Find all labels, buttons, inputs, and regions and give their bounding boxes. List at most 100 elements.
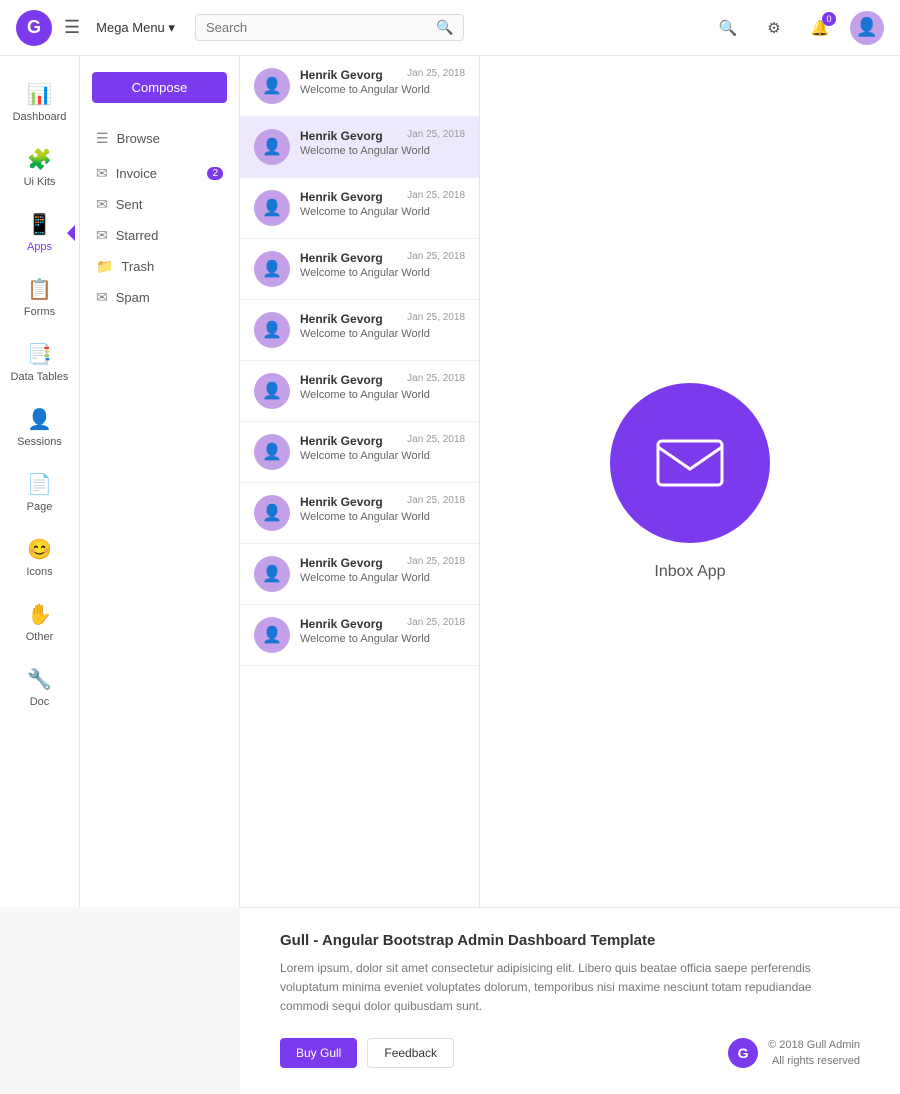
sidebar-label-apps: Apps — [27, 241, 52, 253]
email-avatar: 👤 — [254, 556, 290, 592]
email-list-item[interactable]: 👤 Henrik Gevorg Jan 25, 2018 Welcome to … — [240, 56, 479, 117]
navbar: G ☰ Mega Menu ▾ 🔍 🔍 ⚙ 🔔 0 👤 — [0, 0, 900, 56]
mail-label-sent: Sent — [116, 197, 143, 212]
mail-item-inbox[interactable]: ✉ Invoice 2 — [80, 158, 239, 189]
email-avatar: 👤 — [254, 190, 290, 226]
spam-mail-icon: ✉ — [96, 289, 108, 306]
email-sender: Henrik Gevorg — [300, 68, 383, 82]
sidebar-item-page[interactable]: 📄 Page — [5, 462, 75, 523]
email-list-item[interactable]: 👤 Henrik Gevorg Jan 25, 2018 Welcome to … — [240, 178, 479, 239]
email-date: Jan 25, 2018 — [407, 434, 465, 448]
email-list-item[interactable]: 👤 Henrik Gevorg Jan 25, 2018 Welcome to … — [240, 422, 479, 483]
sidebar-label-other: Other — [26, 631, 54, 643]
sidebar: 📊 Dashboard 🧩 Ui Kits 📱 Apps 📋 Forms 📑 D… — [0, 56, 80, 907]
inbox-app-label: Inbox App — [654, 563, 725, 581]
email-list-item[interactable]: 👤 Henrik Gevorg Jan 25, 2018 Welcome to … — [240, 300, 479, 361]
email-meta: Henrik Gevorg Jan 25, 2018 Welcome to An… — [300, 373, 465, 401]
footer-buttons: Buy Gull Feedback — [280, 1038, 454, 1068]
mail-item-trash[interactable]: 📁 Trash — [80, 251, 239, 282]
email-subject: Welcome to Angular World — [300, 389, 465, 401]
footer-description: Lorem ipsum, dolor sit amet consectetur … — [280, 959, 860, 1017]
sidebar-item-apps[interactable]: 📱 Apps — [5, 202, 75, 263]
search-button[interactable]: 🔍 — [712, 12, 744, 44]
sidebar-item-icons[interactable]: 😊 Icons — [5, 527, 75, 588]
email-meta: Henrik Gevorg Jan 25, 2018 Welcome to An… — [300, 434, 465, 462]
email-meta: Henrik Gevorg Jan 25, 2018 Welcome to An… — [300, 556, 465, 584]
email-avatar: 👤 — [254, 68, 290, 104]
brand-logo: G — [16, 10, 52, 46]
email-meta: Henrik Gevorg Jan 25, 2018 Welcome to An… — [300, 68, 465, 96]
notifications-button[interactable]: 🔔 0 — [804, 12, 836, 44]
email-meta: Henrik Gevorg Jan 25, 2018 Welcome to An… — [300, 495, 465, 523]
email-list-item[interactable]: 👤 Henrik Gevorg Jan 25, 2018 Welcome to … — [240, 605, 479, 666]
dashboard-icon: 📊 — [27, 82, 52, 107]
email-date: Jan 25, 2018 — [407, 556, 465, 570]
browse-item[interactable]: ☰ Browse — [80, 123, 239, 154]
email-subject: Welcome to Angular World — [300, 145, 465, 157]
email-sender: Henrik Gevorg — [300, 617, 383, 631]
email-list-item[interactable]: 👤 Henrik Gevorg Jan 25, 2018 Welcome to … — [240, 361, 479, 422]
email-avatar: 👤 — [254, 617, 290, 653]
email-sender: Henrik Gevorg — [300, 190, 383, 204]
email-subject: Welcome to Angular World — [300, 206, 465, 218]
active-indicator — [67, 225, 75, 241]
email-list-item[interactable]: 👤 Henrik Gevorg Jan 25, 2018 Welcome to … — [240, 117, 479, 178]
email-preview: Inbox App — [480, 56, 900, 907]
email-meta: Henrik Gevorg Jan 25, 2018 Welcome to An… — [300, 129, 465, 157]
sidebar-item-dashboard[interactable]: 📊 Dashboard — [5, 72, 75, 133]
email-avatar: 👤 — [254, 434, 290, 470]
email-subject: Welcome to Angular World — [300, 633, 465, 645]
compose-button[interactable]: Compose — [92, 72, 227, 103]
email-list-item[interactable]: 👤 Henrik Gevorg Jan 25, 2018 Welcome to … — [240, 483, 479, 544]
sidebar-item-sessions[interactable]: 👤 Sessions — [5, 397, 75, 458]
email-meta: Henrik Gevorg Jan 25, 2018 Welcome to An… — [300, 617, 465, 645]
icons-icon: 😊 — [27, 537, 52, 562]
feedback-button[interactable]: Feedback — [367, 1038, 454, 1068]
email-date: Jan 25, 2018 — [407, 312, 465, 326]
email-sender: Henrik Gevorg — [300, 556, 383, 570]
buy-gull-button[interactable]: Buy Gull — [280, 1038, 357, 1068]
footer-bottom: Buy Gull Feedback G © 2018 Gull Admin Al… — [280, 1037, 860, 1070]
sent-mail-icon: ✉ — [96, 196, 108, 213]
email-date: Jan 25, 2018 — [407, 68, 465, 82]
sidebar-item-forms[interactable]: 📋 Forms — [5, 267, 75, 328]
footer-brand-text: © 2018 Gull Admin All rights reserved — [768, 1037, 860, 1070]
mail-label-spam: Spam — [116, 290, 150, 305]
main-content: 👤 Henrik Gevorg Jan 25, 2018 Welcome to … — [240, 56, 900, 907]
sidebar-item-doc[interactable]: 🔧 Doc — [5, 657, 75, 718]
avatar[interactable]: 👤 — [850, 11, 884, 45]
sidebar-item-ui-kits[interactable]: 🧩 Ui Kits — [5, 137, 75, 198]
email-list-item[interactable]: 👤 Henrik Gevorg Jan 25, 2018 Welcome to … — [240, 239, 479, 300]
mega-menu-trigger[interactable]: Mega Menu ▾ — [96, 20, 175, 36]
doc-icon: 🔧 — [27, 667, 52, 692]
search-bar[interactable]: 🔍 — [195, 14, 465, 41]
email-avatar: 👤 — [254, 251, 290, 287]
email-subject: Welcome to Angular World — [300, 328, 465, 340]
mail-label-trash: Trash — [121, 259, 154, 274]
email-sender: Henrik Gevorg — [300, 251, 383, 265]
sidebar-label-page: Page — [27, 501, 53, 513]
mail-item-starred[interactable]: ✉ Starred — [80, 220, 239, 251]
email-list-item[interactable]: 👤 Henrik Gevorg Jan 25, 2018 Welcome to … — [240, 544, 479, 605]
email-sender: Henrik Gevorg — [300, 312, 383, 326]
mail-item-spam[interactable]: ✉ Spam — [80, 282, 239, 313]
second-sidebar: Compose ☰ Browse ✉ Invoice 2 ✉ Sent ✉ St… — [80, 56, 240, 907]
hamburger-icon[interactable]: ☰ — [64, 17, 80, 38]
layout: 📊 Dashboard 🧩 Ui Kits 📱 Apps 📋 Forms 📑 D… — [0, 56, 900, 907]
email-sender: Henrik Gevorg — [300, 495, 383, 509]
mail-label-inbox: Invoice — [116, 166, 157, 181]
email-subject: Welcome to Angular World — [300, 267, 465, 279]
sidebar-item-data-tables[interactable]: 📑 Data Tables — [5, 332, 75, 393]
inbox-mail-icon: ✉ — [96, 165, 108, 182]
search-input[interactable] — [206, 20, 430, 35]
apps-icon: 📱 — [27, 212, 52, 237]
mail-item-sent[interactable]: ✉ Sent — [80, 189, 239, 220]
email-subject: Welcome to Angular World — [300, 511, 465, 523]
browse-icon: ☰ — [96, 130, 109, 147]
footer-title: Gull - Angular Bootstrap Admin Dashboard… — [280, 932, 860, 949]
email-meta: Henrik Gevorg Jan 25, 2018 Welcome to An… — [300, 190, 465, 218]
sidebar-label-sessions: Sessions — [17, 436, 62, 448]
sidebar-item-other[interactable]: ✋ Other — [5, 592, 75, 653]
footer-brand: G © 2018 Gull Admin All rights reserved — [728, 1037, 860, 1070]
settings-button[interactable]: ⚙ — [758, 12, 790, 44]
